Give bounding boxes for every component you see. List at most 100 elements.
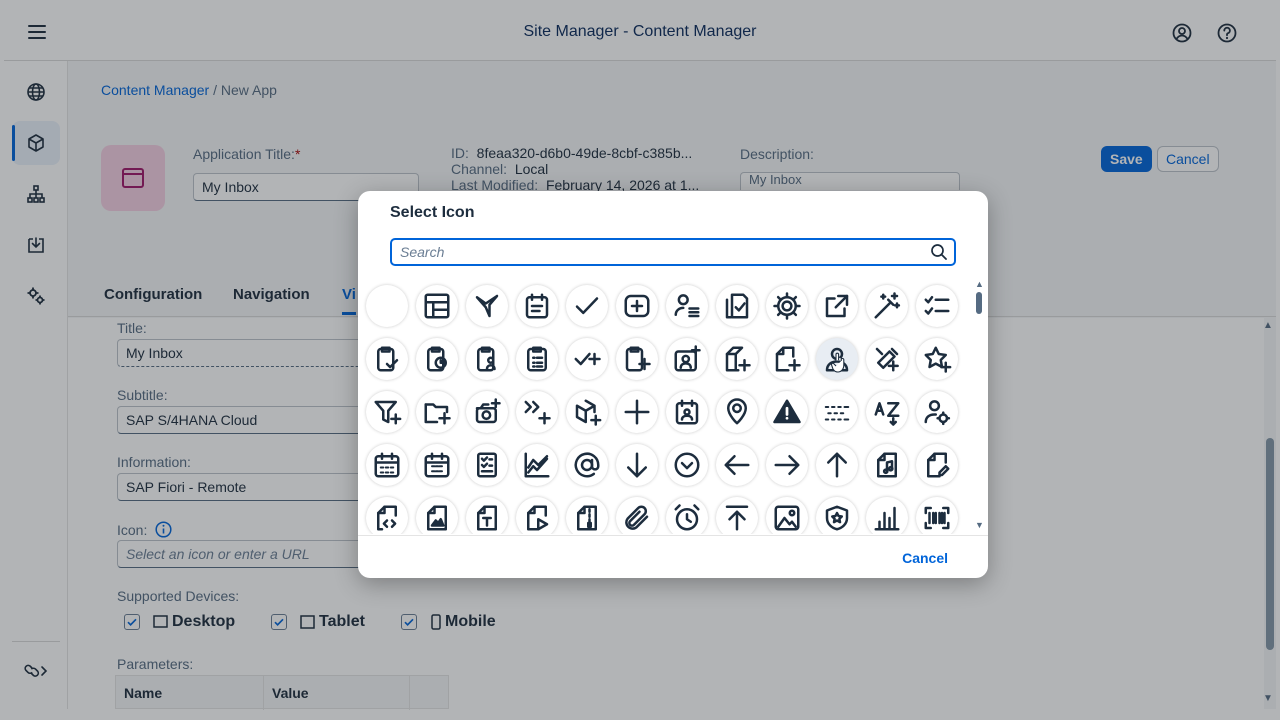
- icon-option-user-settings[interactable]: [912, 385, 962, 438]
- icon-option-document-code[interactable]: [362, 491, 412, 534]
- icon-option-circle: [716, 443, 758, 486]
- grid-scroll-down[interactable]: ▼: [975, 520, 984, 530]
- icon-option-barcode[interactable]: [912, 491, 962, 534]
- icon-option-circle: [666, 337, 708, 380]
- icon-option-circle: [766, 337, 808, 380]
- icon-option-clipboard-user[interactable]: [462, 332, 512, 385]
- icon-option-circle-chevron[interactable]: [662, 438, 712, 491]
- icon-option-sort-az[interactable]: [862, 385, 912, 438]
- icon-grid: [358, 276, 976, 534]
- icon-option-table-layout[interactable]: [412, 279, 462, 332]
- icon-option-clipboard-plus[interactable]: [612, 332, 662, 385]
- clipboard-list-icon: [527, 346, 547, 371]
- icon-option-upload[interactable]: [712, 491, 762, 534]
- checkmark-icon: [575, 296, 599, 314]
- icon-option-star-plus[interactable]: [912, 332, 962, 385]
- icon-option-at-sign[interactable]: [562, 438, 612, 491]
- icon-option-cube-plus[interactable]: [562, 385, 612, 438]
- clipboard-clock-icon: [427, 346, 447, 371]
- icon-option-gear[interactable]: [762, 279, 812, 332]
- search-icon[interactable]: [930, 243, 948, 261]
- icon-option-alarm[interactable]: [662, 491, 712, 534]
- icon-option-dotted-lines[interactable]: [812, 385, 862, 438]
- dialog-footer: Cancel: [358, 535, 988, 578]
- icon-search-input[interactable]: Search: [390, 238, 956, 266]
- icon-option-user-list[interactable]: [662, 279, 712, 332]
- icon-option-contact-add[interactable]: [662, 332, 712, 385]
- grid-scrollbar-thumb[interactable]: [976, 292, 982, 314]
- icon-option-folder-plus[interactable]: [712, 332, 762, 385]
- icon-option-camera-plus[interactable]: [462, 385, 512, 438]
- icon-option-circle: [716, 390, 758, 433]
- icon-option-share[interactable]: [812, 279, 862, 332]
- folder-plus-icon: [725, 346, 751, 371]
- icon-option-calendar-user[interactable]: [662, 385, 712, 438]
- icon-option-area-chart[interactable]: [512, 438, 562, 491]
- icon-option-folder-add[interactable]: [412, 385, 462, 438]
- icon-option-document-zip[interactable]: [562, 491, 612, 534]
- icon-option-filter-plus[interactable]: [362, 385, 412, 438]
- icon-option-magic-wand[interactable]: [862, 279, 912, 332]
- icon-option-arrow-up[interactable]: [812, 438, 862, 491]
- icon-option-document-edit[interactable]: [912, 438, 962, 491]
- icon-option-document-music[interactable]: [862, 438, 912, 491]
- icon-option-document-text[interactable]: [462, 491, 512, 534]
- icon-option-medical-kit[interactable]: [612, 279, 662, 332]
- icon-option-clipboard-check[interactable]: [362, 332, 412, 385]
- icon-option-circle: [366, 390, 408, 433]
- icon-option-circle: [666, 390, 708, 433]
- arrow-down-icon: [627, 452, 647, 477]
- at-sign-icon: [574, 452, 600, 477]
- icon-option-meeting[interactable]: [512, 279, 562, 332]
- dialog-cancel-button[interactable]: Cancel: [902, 550, 948, 566]
- icon-option-checkmark[interactable]: [562, 279, 612, 332]
- tools-plus-icon: [875, 347, 899, 371]
- bar-chart-icon: [874, 506, 900, 530]
- icon-option-arrow-down[interactable]: [612, 438, 662, 491]
- document-plus-icon: [775, 346, 801, 371]
- icon-option-tools-plus[interactable]: [862, 332, 912, 385]
- icon-option-image[interactable]: [762, 491, 812, 534]
- icon-option-circle: [416, 337, 458, 380]
- icon-option-checklist[interactable]: [912, 279, 962, 332]
- document-edit-icon: [927, 452, 950, 477]
- plus-icon: [624, 399, 650, 424]
- hand-pointer-icon: [831, 352, 845, 373]
- check-plus-icon: [574, 352, 601, 365]
- icon-option-circle: [916, 496, 958, 534]
- icon-option-document-video[interactable]: [512, 491, 562, 534]
- circle-chevron-icon: [674, 452, 700, 477]
- meeting-icon: [525, 293, 549, 318]
- contact-add-icon: [674, 344, 701, 371]
- icon-option-forward-plus[interactable]: [512, 385, 562, 438]
- icon-option-shield-star[interactable]: [812, 491, 862, 534]
- icon-option-check-plus[interactable]: [562, 332, 612, 385]
- icon-option-blank[interactable]: [362, 279, 412, 332]
- icon-option-warning[interactable]: [762, 385, 812, 438]
- icon-option-checklist-document[interactable]: [462, 438, 512, 491]
- icon-option-location[interactable]: [712, 385, 762, 438]
- document-text-icon: [477, 505, 497, 530]
- icon-option-paperclip[interactable]: [612, 491, 662, 534]
- icon-option-document-image[interactable]: [412, 491, 462, 534]
- icon-option-circle: [416, 496, 458, 534]
- icon-option-sap-logo[interactable]: [462, 279, 512, 332]
- icon-option-document-plus[interactable]: [762, 332, 812, 385]
- clipboard-plus-icon: [625, 346, 651, 371]
- icon-option-circle: [366, 496, 408, 534]
- icon-option-arrow-left[interactable]: [712, 438, 762, 491]
- icon-option-calendar-grid[interactable]: [412, 438, 462, 491]
- icon-option-document-check[interactable]: [712, 279, 762, 332]
- icon-option-plus[interactable]: [612, 385, 662, 438]
- icon-option-circle: [466, 390, 508, 433]
- icon-option-arrow-right[interactable]: [762, 438, 812, 491]
- icon-option-circle: [916, 390, 958, 433]
- icon-option-clipboard-clock[interactable]: [412, 332, 462, 385]
- grid-scroll-up[interactable]: ▲: [975, 279, 984, 289]
- icon-option-clipboard-list[interactable]: [512, 332, 562, 385]
- sort-az-icon: [874, 401, 900, 426]
- barcode-icon: [924, 506, 950, 529]
- icon-option-circle: [416, 390, 458, 433]
- icon-option-bar-chart[interactable]: [862, 491, 912, 534]
- icon-option-calendar[interactable]: [362, 438, 412, 491]
